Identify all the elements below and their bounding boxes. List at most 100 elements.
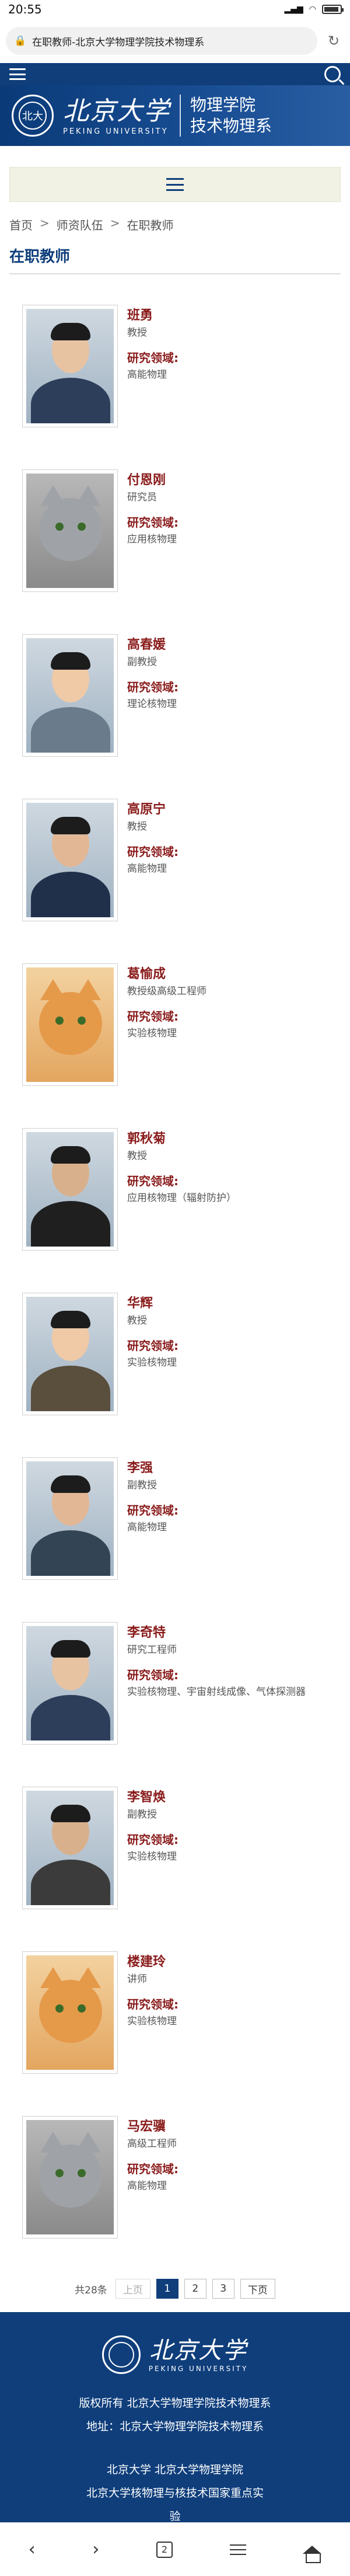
browser-bottom-nav: ‹ › 2 bbox=[0, 2522, 350, 2576]
page-3-button[interactable]: 3 bbox=[212, 2279, 235, 2299]
footer-copyright: 版权所有 北京大学物理学院技术物理系 bbox=[79, 2397, 271, 2410]
forward-icon[interactable]: › bbox=[92, 2539, 99, 2560]
teacher-card[interactable]: 班勇教授研究领域: 高能物理 bbox=[0, 299, 350, 433]
research-label: 研究领域: bbox=[127, 1174, 178, 1188]
address-field[interactable]: 🔒 在职教师-北京大学物理学院技术物理系 bbox=[6, 27, 317, 55]
teacher-photo[interactable] bbox=[22, 305, 118, 427]
teacher-card[interactable]: 高原宁教授研究领域: 高能物理 bbox=[0, 793, 350, 927]
back-icon[interactable]: ‹ bbox=[29, 2539, 36, 2560]
research-label: 研究领域: bbox=[127, 516, 178, 530]
teacher-info: 高春媛副教授研究领域: 理论核物理 bbox=[127, 636, 337, 712]
teacher-title: 研究员 bbox=[127, 492, 157, 503]
breadcrumb-separator: > bbox=[40, 216, 50, 230]
teacher-name[interactable]: 葛愉成 bbox=[127, 966, 337, 983]
section-menu-toggle[interactable] bbox=[9, 167, 341, 202]
teacher-photo[interactable] bbox=[22, 1293, 118, 1415]
teacher-name[interactable]: 李奇特 bbox=[127, 1624, 337, 1642]
research-label: 研究领域: bbox=[127, 351, 178, 365]
prev-page-button[interactable]: 上页 bbox=[115, 2279, 150, 2299]
teacher-title: 教授 bbox=[127, 821, 147, 833]
research-field: 高能物理 bbox=[127, 2180, 167, 2192]
teacher-card[interactable]: 李强 副教授 研究领域: 高能物理 bbox=[0, 1451, 350, 1586]
breadcrumb-current: 在职教师 bbox=[127, 218, 174, 232]
teacher-photo[interactable] bbox=[22, 1622, 118, 1745]
footer-logotype: 北京大学 PEKING UNIVERSITY bbox=[149, 2337, 249, 2373]
teacher-card[interactable]: 马宏骥 高级工程师 研究领域: 高能物理 bbox=[0, 2110, 350, 2244]
section-title: 在职教师 bbox=[9, 245, 341, 274]
research-field: 高能物理 bbox=[127, 369, 167, 381]
research-label: 研究领域: bbox=[127, 1997, 178, 2011]
home-icon[interactable] bbox=[303, 2545, 322, 2563]
teacher-info: 华辉 教授 研究领域: 实验核物理 bbox=[127, 1295, 337, 1371]
teacher-photo-cat[interactable] bbox=[22, 1951, 118, 2074]
status-icons: ▂▄▆ ◠ bbox=[284, 5, 344, 14]
teacher-photo-cat[interactable] bbox=[22, 963, 118, 1086]
status-bar: 20:55 ▂▄▆ ◠ bbox=[0, 0, 350, 19]
footer-link-lab[interactable]: 北京大学核物理与核技术国家重点实 bbox=[0, 2481, 350, 2505]
university-seal-logo[interactable]: 北大 bbox=[12, 95, 54, 137]
research-field: 高能物理 bbox=[127, 863, 167, 875]
research-label: 研究领域: bbox=[127, 845, 178, 859]
teacher-title: 教授 bbox=[127, 1150, 147, 1162]
breadcrumb-faculty[interactable]: 师资队伍 bbox=[57, 216, 103, 233]
footer-address: 地址：北京大学物理学院技术物理系 bbox=[86, 2420, 264, 2433]
total-count: 共28条 bbox=[75, 2284, 107, 2296]
teacher-name[interactable]: 李智焕 bbox=[127, 1789, 337, 1806]
teacher-photo[interactable] bbox=[22, 634, 118, 757]
teacher-info: 葛愉成 教授级高级工程师 研究领域: 实验核物理 bbox=[127, 966, 337, 1042]
teacher-info: 李智焕 副教授 研究领域: 实验核物理 bbox=[127, 1789, 337, 1865]
teacher-card[interactable]: 李智焕 副教授 研究领域: 实验核物理 bbox=[0, 1781, 350, 1915]
teacher-name[interactable]: 楼建玲 bbox=[127, 1954, 337, 1971]
teacher-card[interactable]: 高春媛副教授研究领域: 理论核物理 bbox=[0, 628, 350, 763]
teacher-card[interactable]: 楼建玲 讲师 研究领域: 实验核物理 bbox=[0, 1945, 350, 2080]
teacher-card[interactable]: 葛愉成 教授级高级工程师 研究领域: 实验核物理 bbox=[0, 958, 350, 1092]
tabs-icon[interactable]: 2 bbox=[156, 2541, 173, 2558]
browser-menu-icon[interactable] bbox=[229, 2544, 246, 2555]
page-2-button[interactable]: 2 bbox=[184, 2279, 206, 2299]
teacher-name[interactable]: 班勇 bbox=[127, 307, 337, 325]
research-field: 理论核物理 bbox=[127, 698, 177, 710]
teacher-name[interactable]: 高春媛 bbox=[127, 636, 337, 654]
teacher-name[interactable]: 马宏骥 bbox=[127, 2118, 337, 2136]
teacher-title: 教授 bbox=[127, 327, 147, 339]
site-menu-icon[interactable] bbox=[9, 68, 26, 80]
teacher-photo-cat[interactable] bbox=[22, 2116, 118, 2239]
footer-link-university[interactable]: 北京大学 北京大学物理学院 bbox=[0, 2458, 350, 2481]
teacher-card[interactable]: 付恩刚 研究员 研究领域: 应用核物理 bbox=[0, 464, 350, 598]
teacher-name[interactable]: 郭秋菊 bbox=[127, 1130, 337, 1148]
teacher-title: 副教授 bbox=[127, 656, 157, 668]
teacher-photo[interactable] bbox=[22, 799, 118, 921]
teacher-info: 马宏骥 高级工程师 研究领域: 高能物理 bbox=[127, 2118, 337, 2194]
teacher-name[interactable]: 华辉 bbox=[127, 1295, 337, 1313]
teacher-name[interactable]: 李强 bbox=[127, 1460, 337, 1477]
research-label: 研究领域: bbox=[127, 2162, 178, 2176]
research-label: 研究领域: bbox=[127, 680, 178, 694]
seal-inner: 北大 bbox=[19, 102, 47, 130]
teacher-title: 讲师 bbox=[127, 1973, 147, 1985]
status-time: 20:55 bbox=[8, 2, 42, 16]
site-banner: 北大 北京大学 PEKING UNIVERSITY 物理学院 技术物理系 bbox=[0, 85, 350, 146]
breadcrumb: 首页 > 师资队伍 > 在职教师 bbox=[9, 216, 341, 233]
teacher-card[interactable]: 郭秋菊教授研究领域: 应用核物理（辐射防护） bbox=[0, 1122, 350, 1256]
page-1-button[interactable]: 1 bbox=[156, 2279, 178, 2299]
teacher-info: 班勇教授研究领域: 高能物理 bbox=[127, 307, 337, 383]
teacher-card[interactable]: 华辉 教授 研究领域: 实验核物理 bbox=[0, 1287, 350, 1421]
teacher-photo-cat[interactable] bbox=[22, 469, 118, 592]
department-line-2: 技术物理系 bbox=[190, 116, 272, 135]
search-icon[interactable] bbox=[324, 66, 341, 82]
page-title-in-address: 在职教师-北京大学物理学院技术物理系 bbox=[32, 36, 205, 48]
teacher-name[interactable]: 付恩刚 bbox=[127, 472, 337, 489]
teacher-card[interactable]: 李奇特 研究工程师 研究领域: 实验核物理、宇宙射线成像、气体探测器 bbox=[0, 1616, 350, 1750]
research-field: 应用核物理（辐射防护） bbox=[127, 1192, 236, 1204]
research-field: 实验核物理 bbox=[127, 1851, 177, 1863]
teacher-info: 楼建玲 讲师 研究领域: 实验核物理 bbox=[127, 1954, 337, 2030]
breadcrumb-home[interactable]: 首页 bbox=[9, 216, 33, 233]
university-logotype[interactable]: 北京大学 PEKING UNIVERSITY bbox=[63, 96, 170, 136]
teacher-photo[interactable] bbox=[22, 1457, 118, 1580]
teacher-photo[interactable] bbox=[22, 1128, 118, 1251]
teacher-photo[interactable] bbox=[22, 1787, 118, 1909]
teacher-name[interactable]: 高原宁 bbox=[127, 801, 337, 819]
refresh-icon[interactable]: ↻ bbox=[323, 30, 344, 51]
research-field: 高能物理 bbox=[127, 1522, 167, 1533]
next-page-button[interactable]: 下页 bbox=[240, 2279, 275, 2299]
